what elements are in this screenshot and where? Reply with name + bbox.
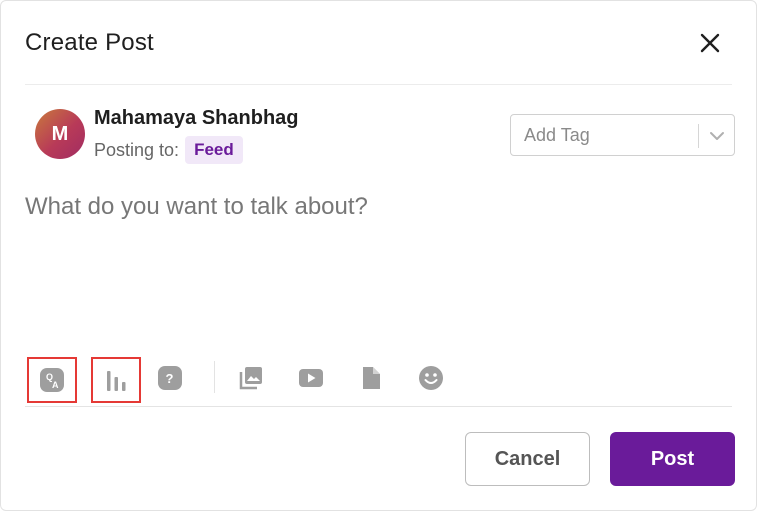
dialog-title: Create Post [25, 29, 154, 56]
question-button[interactable]: ? [155, 363, 185, 393]
add-tag-placeholder: Add Tag [524, 125, 590, 145]
cancel-button[interactable]: Cancel [465, 432, 590, 486]
dialog-header: Create Post [25, 23, 732, 63]
author-section: M Mahamaya Shanbhag Posting to: Feed [35, 107, 435, 167]
question-icon: ? [158, 366, 182, 390]
svg-text:?: ? [166, 371, 174, 386]
emoji-button[interactable] [416, 363, 446, 393]
video-icon [299, 369, 323, 387]
image-gallery-button[interactable] [236, 363, 266, 393]
create-post-dialog: Create Post M Mahamaya Shanbhag Posting … [0, 0, 757, 511]
document-button[interactable] [356, 363, 386, 393]
destination-badge[interactable]: Feed [185, 136, 243, 164]
toolbar-separator [214, 361, 215, 393]
posting-to-label: Posting to: [94, 139, 180, 160]
image-gallery-icon [239, 367, 262, 390]
poll-button[interactable] [91, 357, 141, 403]
qa-icon: Q A [40, 368, 64, 392]
close-button[interactable] [698, 31, 722, 55]
posting-destination: Posting to: Feed [94, 135, 243, 165]
post-toolbar: Q A ? [25, 357, 735, 403]
post-text-input[interactable] [25, 193, 735, 333]
post-button[interactable]: Post [610, 432, 735, 486]
author-name: Mahamaya Shanbhag [94, 107, 299, 129]
qa-button[interactable]: Q A [27, 357, 77, 403]
video-button[interactable] [296, 363, 326, 393]
close-icon [700, 33, 720, 53]
toolbar-divider [25, 406, 732, 407]
emoji-icon [419, 366, 443, 390]
chevron-down-icon[interactable] [708, 127, 726, 145]
avatar: M [35, 109, 85, 159]
poll-icon [107, 371, 126, 391]
add-tag-select[interactable]: Add Tag [510, 114, 735, 156]
document-icon [363, 367, 380, 389]
svg-text:A: A [52, 380, 59, 390]
header-divider [25, 84, 732, 85]
tag-select-separator [698, 124, 699, 148]
